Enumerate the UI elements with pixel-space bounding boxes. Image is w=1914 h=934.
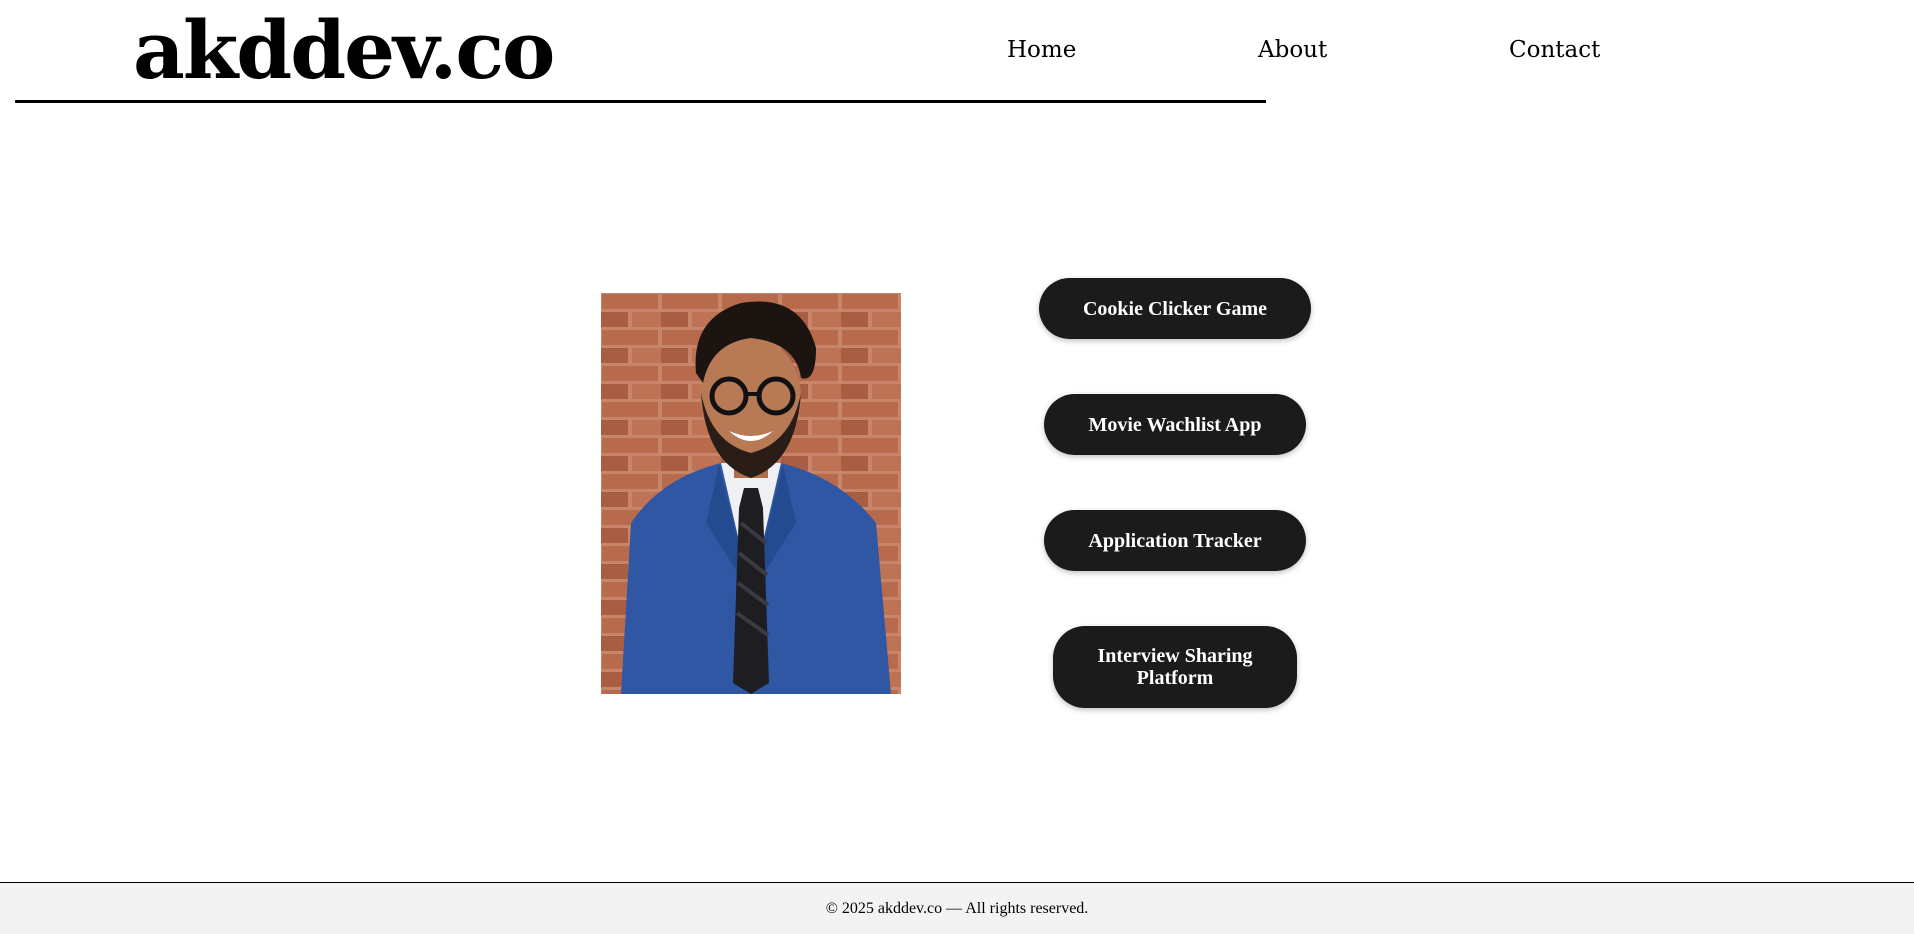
- header-divider: [15, 100, 1266, 103]
- footer: © 2025 akddev.co — All rights reserved.: [0, 882, 1914, 934]
- page: akddev.co Home About Contact Cookie Clic…: [0, 0, 1914, 934]
- nav-home-link[interactable]: Home: [1007, 34, 1076, 66]
- application-tracker-button[interactable]: Application Tracker: [1044, 510, 1306, 571]
- footer-copyright: © 2025 akddev.co — All rights reserved.: [825, 900, 1089, 917]
- portrait-photo: [601, 293, 901, 694]
- nav-about-link[interactable]: About: [1258, 34, 1327, 66]
- cookie-clicker-game-button[interactable]: Cookie Clicker Game: [1039, 278, 1311, 339]
- site-logo[interactable]: akddev.co: [133, 0, 555, 100]
- movie-watchlist-app-button[interactable]: Movie Wachlist App: [1044, 394, 1306, 455]
- interview-sharing-platform-button[interactable]: Interview Sharing Platform: [1053, 626, 1297, 708]
- nav-contact-link[interactable]: Contact: [1509, 34, 1600, 66]
- portrait-illustration: [601, 293, 901, 694]
